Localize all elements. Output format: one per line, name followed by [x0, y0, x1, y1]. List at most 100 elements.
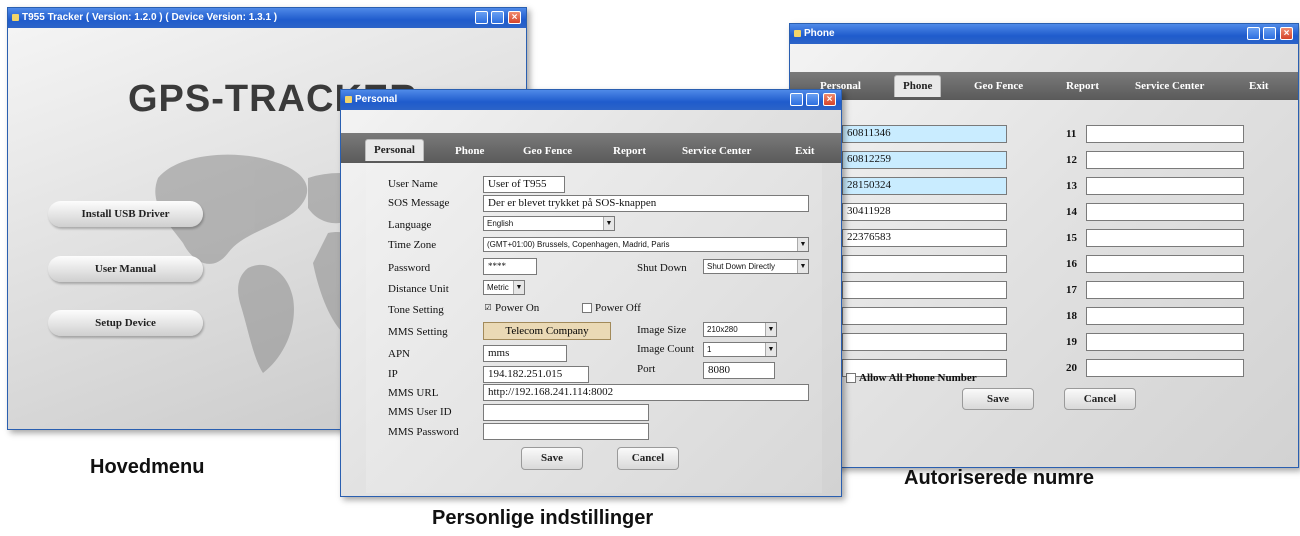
phone-tab-bar	[790, 72, 1298, 100]
phone-number-input[interactable]	[1086, 281, 1244, 299]
phone-number-input[interactable]	[842, 281, 1007, 299]
phone-number-input[interactable]: 22376583	[842, 229, 1007, 247]
tab-report[interactable]: Report	[1066, 80, 1099, 92]
phone-window-titlebar[interactable]: Phone ×	[790, 24, 1298, 44]
phone-number-input[interactable]: 60812259	[842, 151, 1007, 169]
ip-input[interactable]: 194.182.251.015	[483, 366, 589, 383]
phone-number-input[interactable]	[1086, 255, 1244, 273]
user-name-input[interactable]: User of T955	[483, 176, 565, 193]
tab-exit[interactable]: Exit	[1249, 80, 1269, 92]
phone-number-input[interactable]	[1086, 125, 1244, 143]
phone-number-input[interactable]	[1086, 203, 1244, 221]
personal-window-body: Personal Phone Geo Fence Report Service …	[341, 110, 841, 496]
port-label: Port	[637, 363, 656, 375]
tab-geo-fence[interactable]: Geo Fence	[974, 80, 1023, 92]
sos-message-label: SOS Message	[388, 197, 450, 209]
close-icon[interactable]: ×	[508, 11, 521, 24]
tab-geo-fence[interactable]: Geo Fence	[523, 145, 572, 157]
tab-service-center[interactable]: Service Center	[1135, 80, 1204, 92]
phone-row-number-label: 12	[1066, 154, 1077, 166]
tab-report[interactable]: Report	[613, 145, 646, 157]
password-label: Password	[388, 262, 431, 274]
user-manual-button[interactable]: User Manual	[48, 256, 203, 282]
phone-row-number-label: 17	[1066, 284, 1077, 296]
caption-personal-settings: Personlige indstillinger	[432, 507, 654, 529]
image-count-value: 1	[707, 345, 712, 354]
checkbox-icon[interactable]	[582, 303, 592, 314]
phone-window-title: Phone	[804, 28, 835, 39]
power-off-checkbox[interactable]: Power Off	[582, 302, 641, 314]
minimize-icon[interactable]	[790, 93, 803, 106]
tab-personal[interactable]: Personal	[365, 139, 424, 161]
caption-authorized-numbers: Autoriserede numre	[904, 467, 1095, 489]
personal-window: Personal × Personal Phone Geo Fence Repo…	[340, 89, 842, 497]
personal-window-titlebar[interactable]: Personal ×	[341, 90, 841, 110]
maximize-icon[interactable]	[806, 93, 819, 106]
chevron-down-icon[interactable]: ▼	[797, 260, 808, 273]
chevron-down-icon[interactable]: ▼	[765, 343, 776, 356]
sos-message-input[interactable]: Der er blevet trykket på SOS-knappen	[483, 195, 809, 212]
phone-number-input[interactable]: 30411928	[842, 203, 1007, 221]
phone-number-input[interactable]	[1086, 307, 1244, 325]
shut-down-select[interactable]: Shut Down Directly ▼	[703, 259, 809, 274]
phone-number-input[interactable]	[842, 333, 1007, 351]
mms-password-input[interactable]	[483, 423, 649, 440]
minimize-icon[interactable]	[475, 11, 488, 24]
close-icon[interactable]: ×	[1280, 27, 1293, 40]
phone-number-input[interactable]	[1086, 151, 1244, 169]
mms-user-id-input[interactable]	[483, 404, 649, 421]
personal-save-button[interactable]: Save	[521, 447, 583, 470]
minimize-icon[interactable]	[1247, 27, 1260, 40]
time-zone-value: (GMT+01:00) Brussels, Copenhagen, Madrid…	[487, 240, 670, 249]
shut-down-label: Shut Down	[637, 262, 687, 274]
mms-url-input[interactable]: http://192.168.241.114:8002	[483, 384, 809, 401]
checkbox-icon[interactable]	[846, 373, 856, 384]
power-on-checkbox[interactable]: ☑ Power On	[484, 302, 539, 314]
phone-row-number-label: 18	[1066, 310, 1077, 322]
personal-cancel-button[interactable]: Cancel	[617, 447, 679, 470]
phone-number-input[interactable]: 60811346	[842, 125, 1007, 143]
phone-save-button[interactable]: Save	[962, 388, 1034, 410]
tab-phone[interactable]: Phone	[455, 145, 484, 157]
tab-phone[interactable]: Phone	[894, 75, 942, 97]
phone-number-input[interactable]	[842, 307, 1007, 325]
phone-cancel-button[interactable]: Cancel	[1064, 388, 1136, 410]
maximize-icon[interactable]	[491, 11, 504, 24]
port-input[interactable]: 8080	[703, 362, 775, 379]
allow-all-label: Allow All Phone Number	[859, 372, 977, 384]
tab-exit[interactable]: Exit	[795, 145, 815, 157]
install-usb-driver-button[interactable]: Install USB Driver	[48, 201, 203, 227]
apn-input[interactable]: mms	[483, 345, 567, 362]
phone-row-number-label: 20	[1066, 362, 1077, 374]
app-icon	[345, 96, 352, 103]
distance-unit-select[interactable]: Metric ▼	[483, 280, 525, 295]
phone-number-input[interactable]	[1086, 359, 1244, 377]
tab-service-center[interactable]: Service Center	[682, 145, 751, 157]
telecom-company-button[interactable]: Telecom Company	[483, 322, 611, 340]
maximize-icon[interactable]	[1263, 27, 1276, 40]
mms-user-id-label: MMS User ID	[388, 406, 452, 418]
language-select[interactable]: English ▼	[483, 216, 615, 231]
image-size-select[interactable]: 210x280 ▼	[703, 322, 777, 337]
phone-number-input[interactable]	[1086, 229, 1244, 247]
mms-url-label: MMS URL	[388, 387, 439, 399]
chevron-down-icon[interactable]: ▼	[603, 217, 614, 230]
setup-device-button[interactable]: Setup Device	[48, 310, 203, 336]
phone-number-input[interactable]	[842, 255, 1007, 273]
allow-all-phone-number-checkbox[interactable]: Allow All Phone Number	[846, 372, 977, 384]
main-window-titlebar[interactable]: T955 Tracker ( Version: 1.2.0 ) ( Device…	[8, 8, 526, 28]
password-input[interactable]: ****	[483, 258, 537, 275]
checked-icon[interactable]: ☑	[484, 304, 492, 312]
phone-number-input[interactable]	[1086, 333, 1244, 351]
time-zone-select[interactable]: (GMT+01:00) Brussels, Copenhagen, Madrid…	[483, 237, 809, 252]
close-icon[interactable]: ×	[823, 93, 836, 106]
chevron-down-icon[interactable]: ▼	[513, 281, 524, 294]
caption-main-menu: Hovedmenu	[90, 456, 205, 478]
phone-number-input[interactable]	[1086, 177, 1244, 195]
chevron-down-icon[interactable]: ▼	[797, 238, 808, 251]
phone-number-input[interactable]: 28150324	[842, 177, 1007, 195]
chevron-down-icon[interactable]: ▼	[765, 323, 776, 336]
ip-label: IP	[388, 368, 398, 380]
personal-window-title: Personal	[355, 94, 398, 105]
image-count-select[interactable]: 1 ▼	[703, 342, 777, 357]
